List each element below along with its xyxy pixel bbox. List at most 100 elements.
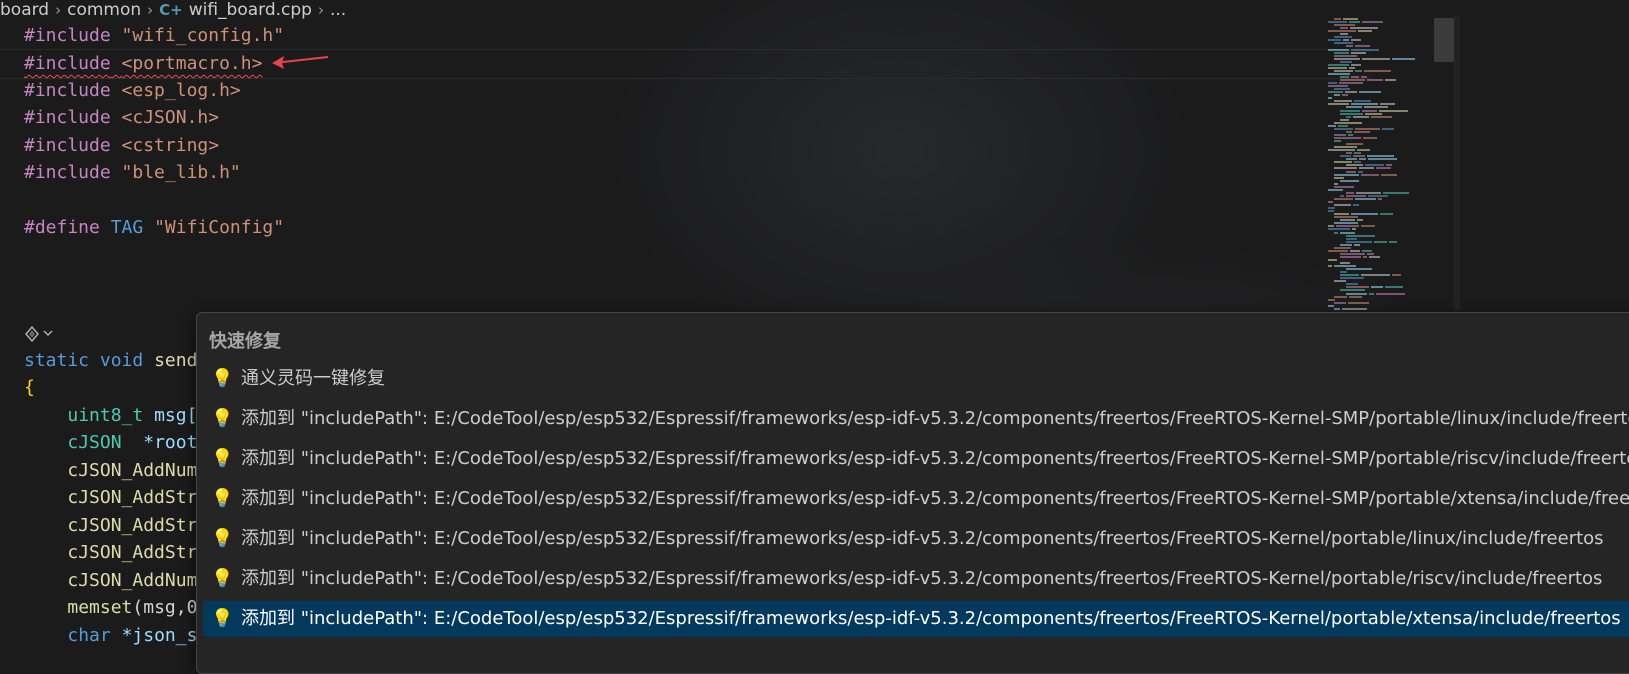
code-line[interactable]: #define TAG "WifiConfig" (24, 214, 284, 242)
open-brace: { (24, 377, 35, 398)
minimap-line (1376, 292, 1405, 295)
code-line[interactable]: cJSON_AddStr (24, 539, 197, 567)
minimap-line (1343, 39, 1349, 42)
minimap-line (1351, 63, 1361, 66)
minimap-line (1328, 82, 1337, 85)
minimap-line (1392, 57, 1415, 60)
function-call: cJSON_AddStr (67, 515, 198, 536)
minimap-line (1385, 286, 1403, 289)
code-line[interactable]: uint8_t msg[ (24, 402, 197, 430)
function-call: cJSON_AddNum (67, 460, 198, 481)
minimap-line (1340, 109, 1360, 112)
vertical-scrollbar[interactable] (1454, 16, 1460, 310)
minimap-line (1328, 265, 1332, 268)
quick-fix-label: 添加到 "includePath": E:/CodeTool/esp/esp53… (241, 408, 1629, 429)
keyword: char (67, 625, 111, 646)
minimap-line (1340, 252, 1365, 255)
minimap-line (1346, 115, 1351, 118)
quick-fix-item[interactable]: 💡 添加到 "includePath": E:/CodeTool/esp/esp5… (203, 521, 1629, 557)
minimap-line (1328, 21, 1347, 24)
code-action-icon[interactable] (22, 322, 62, 344)
minimap-line (1351, 48, 1379, 51)
minimap-line (1355, 197, 1376, 200)
minimap-line (1346, 164, 1363, 167)
minimap-line (1334, 167, 1357, 170)
quick-fix-label: 添加到 "includePath": E:/CodeTool/esp/esp53… (241, 528, 1604, 549)
quick-fix-item-selected[interactable]: 💡 添加到 "includePath": E:/CodeTool/esp/esp5… (203, 601, 1629, 637)
minimap-line (1334, 127, 1353, 130)
minimap-line (1364, 106, 1388, 109)
code-line[interactable]: static void send (24, 347, 197, 375)
function-name: send (154, 350, 198, 371)
code-line[interactable]: cJSON_AddStr (24, 484, 197, 512)
minimap-line (1340, 289, 1365, 292)
breadcrumb-item-board[interactable]: board (0, 0, 55, 20)
minimap-line (1385, 79, 1396, 81)
minimap-line (1328, 298, 1335, 301)
code-line[interactable]: cJSON *root (24, 429, 197, 457)
code-line[interactable]: #include "wifi_config.h" (24, 22, 284, 50)
code-line[interactable]: #include <cJSON.h> (24, 104, 219, 132)
minimap-line (1334, 197, 1353, 200)
minimap-line (1346, 286, 1369, 289)
code-line[interactable]: memset(msg,0 (24, 594, 197, 622)
code-line[interactable]: cJSON_AddNum (24, 457, 197, 485)
minimap-line (1340, 231, 1355, 234)
minimap-line (1340, 274, 1359, 277)
minimap-line (1362, 109, 1377, 112)
minimap-line (1328, 30, 1356, 33)
minimap-line (1355, 69, 1362, 72)
minimap-line (1357, 149, 1370, 152)
minimap-line (1354, 161, 1361, 164)
minimap-line (1334, 36, 1352, 39)
minimap-line (1367, 252, 1374, 255)
code-line[interactable]: { (24, 374, 35, 402)
minimap-line (1334, 57, 1360, 60)
minimap-line (1340, 255, 1361, 258)
minimap-line (1359, 158, 1366, 161)
minimap-line (1346, 194, 1366, 197)
minimap-line (1346, 130, 1352, 133)
minimap-line (1334, 222, 1358, 225)
minimap-line (1351, 75, 1359, 78)
quick-fix-menu: 快速修复 💡 通义灵码一键修复 💡 添加到 "includePath": E:/Co… (196, 312, 1629, 674)
error-squiggle[interactable]: #include <portmacro.h> (24, 53, 262, 74)
lightbulb-icon: 💡 (211, 488, 234, 509)
quick-fix-item[interactable]: 💡 添加到 "includePath": E:/CodeTool/esp/esp5… (203, 561, 1629, 597)
minimap-line (1346, 268, 1372, 271)
breadcrumb-item-file[interactable]: C+ wifi_board.cpp (153, 0, 318, 20)
breadcrumb-item-common[interactable]: common (61, 0, 147, 20)
quick-fix-item[interactable]: 💡 添加到 "includePath": E:/CodeTool/esp/esp5… (203, 441, 1629, 477)
minimap-line (1334, 18, 1341, 20)
minimap-line (1345, 91, 1357, 94)
breadcrumb-item-more[interactable]: ... (324, 0, 352, 20)
code-line[interactable]: char *json_s (24, 622, 197, 650)
code-line[interactable]: #include <cstring> (24, 132, 219, 160)
minimap-slider[interactable] (1434, 18, 1454, 62)
minimap-line (1334, 136, 1361, 139)
minimap-line (1358, 170, 1363, 173)
minimap-line (1334, 161, 1352, 164)
minimap-line (1340, 219, 1355, 222)
minimap-line (1334, 42, 1353, 45)
quick-fix-item[interactable]: 💡 添加到 "includePath": E:/CodeTool/esp/esp5… (203, 401, 1629, 437)
lightbulb-icon: 💡 (211, 408, 234, 429)
variable: msg[ (154, 405, 198, 426)
minimap-line (1328, 91, 1343, 94)
quick-fix-item[interactable]: 💡 通义灵码一键修复 (203, 361, 1629, 397)
code-line[interactable]: #include <esp_log.h> (24, 77, 241, 105)
code-line[interactable]: cJSON_AddNum (24, 567, 197, 595)
code-line-current[interactable]: #include <portmacro.h> (0, 49, 1372, 79)
minimap-line (1346, 152, 1352, 155)
minimap-line (1328, 228, 1350, 231)
minimap-line (1338, 124, 1348, 127)
code-line[interactable]: #include "ble_lib.h" (24, 159, 241, 187)
minimap-line (1363, 255, 1367, 258)
minimap-line (1334, 94, 1340, 97)
code-line[interactable]: cJSON_AddStr (24, 512, 197, 540)
preprocessor-directive: #define (24, 217, 100, 238)
quick-fix-item[interactable]: 💡 添加到 "includePath": E:/CodeTool/esp/esp5… (203, 481, 1629, 517)
function-call: cJSON_AddStr (67, 542, 198, 563)
type-name: uint8_t (67, 405, 144, 426)
preprocessor-directive: #include (24, 80, 111, 101)
